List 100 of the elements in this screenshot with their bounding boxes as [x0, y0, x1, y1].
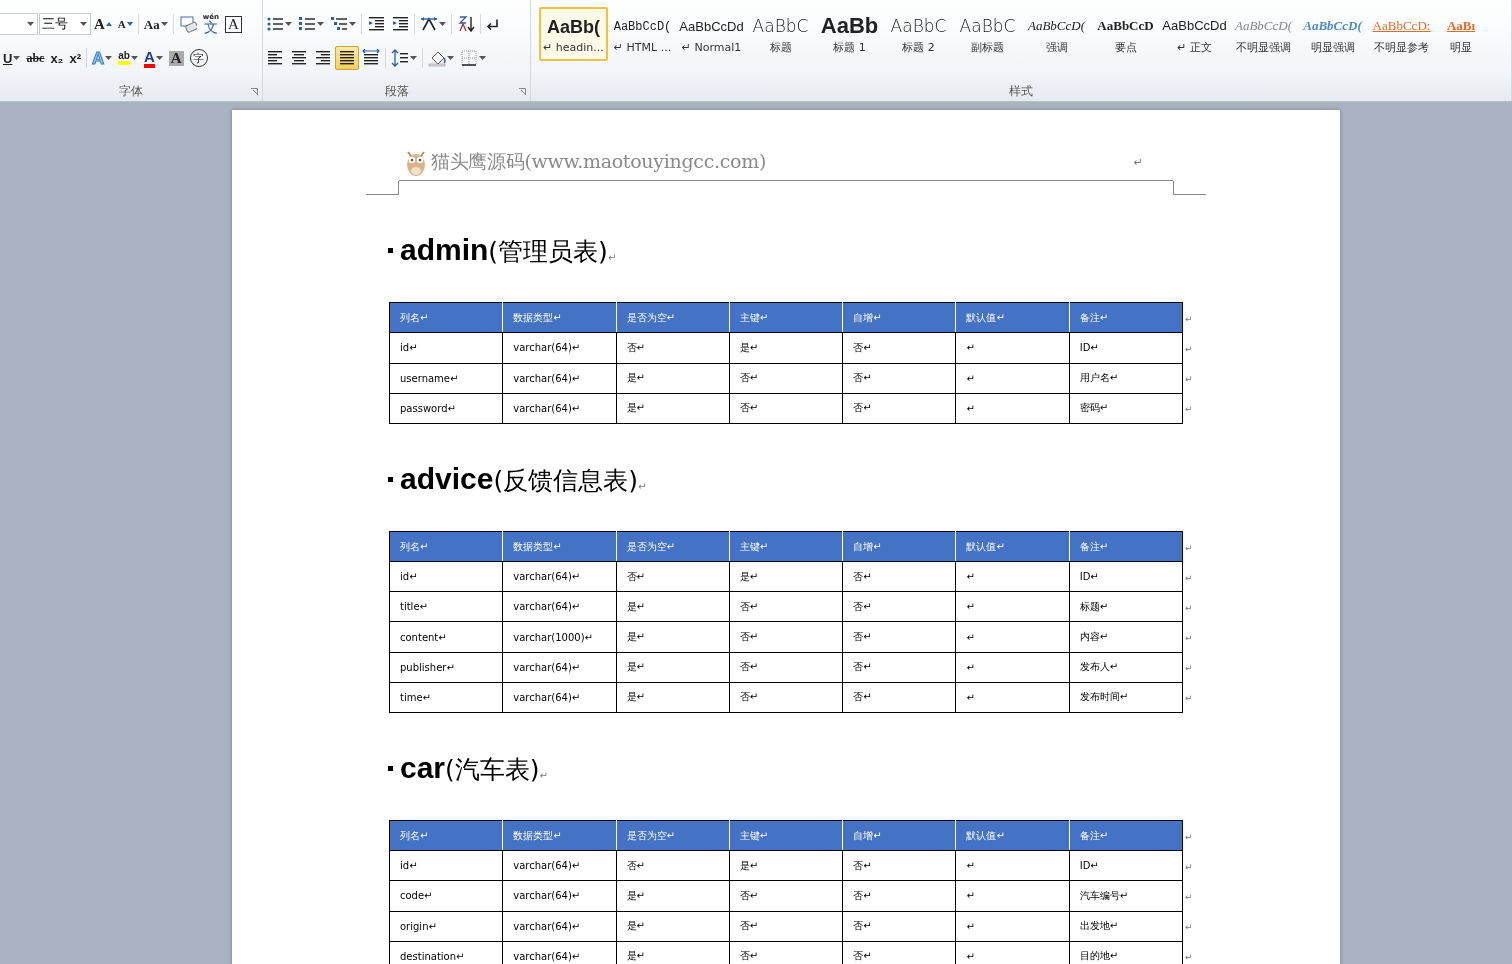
- row-end-mark: ↵: [1184, 951, 1193, 964]
- style-item[interactable]: AaBbCcDd ↵ 正文: [1160, 7, 1229, 61]
- shrink-button[interactable]: A: [114, 12, 136, 36]
- table-cell: varchar(1000)↵: [502, 621, 617, 653]
- table-cell: varchar(64)↵: [502, 332, 617, 363]
- table-cell: 否↵: [616, 561, 730, 592]
- table-cell: varchar(64)↵: [502, 363, 617, 394]
- style-name: 不明显强调: [1236, 39, 1291, 55]
- table-cell: id↵: [389, 850, 503, 881]
- table-cell: varchar(64)↵: [502, 880, 617, 912]
- style-preview: AaBb: [820, 13, 879, 38]
- style-item[interactable]: AaBb 标题 1: [815, 7, 884, 61]
- row-end-mark: ↵: [1184, 542, 1193, 555]
- table-cell: ↵: [955, 880, 1070, 912]
- font-size-field[interactable]: 三号: [39, 13, 91, 35]
- paragraph-mark: ↵: [607, 252, 617, 263]
- color-button[interactable]: A: [140, 46, 166, 70]
- style-item[interactable]: AaBb( ↵ headin...: [539, 7, 608, 61]
- style-name: 副标题: [971, 39, 1004, 55]
- row-end-mark: ↵: [1184, 891, 1193, 904]
- column-header: 自增↵: [842, 820, 956, 851]
- multilevel-list-icon: [330, 15, 348, 33]
- header-margin-mark: [366, 181, 399, 195]
- table-cell: ↵: [955, 393, 1070, 424]
- shade-button[interactable]: A: [165, 46, 187, 70]
- table-cell: 否↵: [842, 682, 956, 713]
- row-end-mark: ↵: [1184, 602, 1193, 615]
- column-header: 自增↵: [842, 531, 956, 562]
- style-item[interactable]: AaBbCcD( 强调: [1022, 7, 1091, 61]
- row-end-mark: ↵: [1184, 632, 1193, 645]
- table-cell: 否↵: [842, 393, 956, 424]
- style-item[interactable]: AaBbCcD( ↵ HTML ...: [608, 7, 677, 61]
- highlight-button[interactable]: ab: [115, 46, 141, 70]
- table-cell: 否↵: [842, 591, 956, 622]
- dropdown-caret-icon: [479, 56, 486, 60]
- table-cell: 是↵: [729, 332, 843, 363]
- column-header: 备注↵: [1069, 531, 1183, 562]
- align-left-icon: [266, 49, 284, 67]
- table-cell: title↵: [389, 591, 503, 622]
- table-cell: origin↵: [389, 911, 503, 942]
- table-cell: 是↵: [616, 591, 730, 622]
- style-item[interactable]: AaBbCcDd ↵ Normal1: [677, 7, 746, 61]
- paint-bucket-icon: [428, 49, 446, 67]
- table-cell: 否↵: [729, 591, 843, 622]
- column-header: 数据类型↵: [502, 531, 617, 562]
- underline-button[interactable]: U: [0, 46, 24, 70]
- case-button[interactable]: Aa: [140, 12, 171, 36]
- dropdown-caret-icon: [439, 22, 446, 26]
- style-preview: AaBbCcD(: [1234, 16, 1292, 35]
- style-item[interactable]: AaBbC 标题 2: [884, 7, 953, 61]
- row-end-mark: ↵: [1184, 662, 1193, 675]
- style-name: 不明显参考: [1374, 39, 1429, 55]
- style-preview: AaBbC: [959, 14, 1016, 38]
- table-cell: ↵: [955, 652, 1070, 683]
- style-item[interactable]: AaBı 明显: [1436, 7, 1486, 61]
- triangle-icon: [105, 22, 112, 26]
- table-cell: id↵: [389, 332, 503, 363]
- dropdown-caret-icon: [155, 56, 163, 60]
- style-item[interactable]: AaBbCcD( 不明显强调: [1229, 7, 1298, 61]
- section-heading: admin(管理员表): [400, 232, 608, 268]
- increase-indent-icon: [391, 15, 409, 33]
- table-cell: 否↵: [842, 561, 956, 592]
- grow-button[interactable]: A: [91, 12, 115, 36]
- dropdown-caret-icon: [80, 22, 87, 26]
- style-name: ↵ headin...: [543, 40, 604, 54]
- column-header: 是否为空↵: [616, 302, 730, 333]
- style-preview: AaBbCcD(: [1027, 16, 1085, 35]
- column-header: 主键↵: [729, 302, 843, 333]
- style-name: 标题: [769, 39, 792, 55]
- style-preview: AaBbCcD:: [1372, 16, 1431, 35]
- table-cell: content↵: [389, 621, 503, 653]
- table-cell: ↵: [955, 682, 1070, 713]
- style-preview: AaBbCcDd: [1162, 16, 1227, 35]
- table-cell: time↵: [389, 682, 503, 713]
- borders-icon: [460, 49, 478, 67]
- font-name-field[interactable]: [0, 13, 38, 35]
- style-item[interactable]: AaBbC 标题: [746, 7, 815, 61]
- style-name: 标题 2: [902, 39, 935, 55]
- table-cell: ↵: [955, 332, 1070, 363]
- style-item[interactable]: AaBbCcD 要点: [1091, 7, 1160, 61]
- table-cell: varchar(64)↵: [502, 682, 617, 713]
- strike-button[interactable]: abc: [23, 46, 48, 70]
- section-heading: advice(反馈信息表): [400, 461, 638, 497]
- row-end-mark: ↵: [1184, 403, 1193, 416]
- style-name: ↵ 正文: [1177, 39, 1212, 55]
- sub-button[interactable]: x₂: [47, 46, 67, 70]
- sup-button[interactable]: x²: [66, 46, 84, 70]
- row-end-mark: ↵: [1184, 861, 1193, 874]
- justify-button[interactable]: [335, 46, 359, 70]
- section-heading: car(汽车表): [400, 750, 540, 786]
- style-preview: AaBb(: [547, 15, 600, 39]
- table-cell: 否↵: [842, 911, 956, 942]
- table-cell: ↵: [955, 561, 1070, 592]
- row-end-mark: ↵: [1184, 831, 1193, 844]
- style-item[interactable]: AaBbC 副标题: [953, 7, 1022, 61]
- style-preview: AaBbC: [752, 14, 809, 38]
- table-cell: varchar(64)↵: [502, 850, 617, 881]
- style-item[interactable]: AaBbCcD( 明显强调: [1298, 7, 1367, 61]
- table-cell: 用户名↵: [1069, 363, 1183, 394]
- style-item[interactable]: AaBbCcD: 不明显参考: [1367, 7, 1436, 61]
